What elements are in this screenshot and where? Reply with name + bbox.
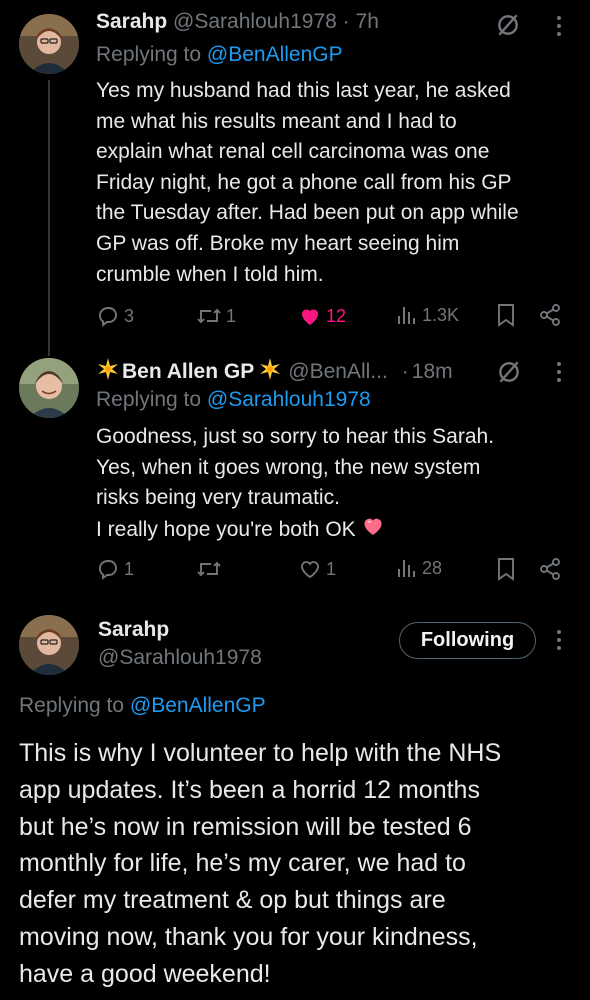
avatar-image	[19, 14, 79, 74]
bookmark-icon[interactable]	[496, 303, 516, 332]
views-button[interactable]: 28	[396, 557, 442, 579]
text-line: This is why I volunteer to help with the…	[19, 739, 502, 767]
reply2-header: Ben Allen GP @BenAll... · 18m	[96, 357, 453, 387]
avatar-ben-allen[interactable]	[19, 358, 79, 418]
timestamp[interactable]: 7h	[356, 10, 379, 33]
like-count: 12	[326, 305, 347, 326]
reply-count: 3	[124, 305, 135, 326]
repost-button[interactable]	[196, 557, 226, 581]
repost-icon	[197, 308, 221, 324]
heart-emoji	[360, 514, 386, 548]
text-line: crumble when I told him.	[96, 262, 324, 286]
text-line: risks being very traumatic.	[96, 486, 340, 510]
share-icon[interactable]	[538, 303, 562, 332]
separator: ·	[342, 10, 350, 33]
like-button[interactable]: 1	[298, 557, 336, 581]
like-button[interactable]: 12	[298, 304, 346, 328]
text-line: I really hope you're both OK	[96, 518, 356, 542]
following-button[interactable]: Following	[399, 622, 536, 659]
reply1-text: Yes my husband had this last year, he as…	[96, 76, 576, 290]
mention-link[interactable]: @BenAllenGP	[130, 694, 266, 717]
last-line-wrap: I really hope you're both OK	[96, 514, 576, 548]
mention-link[interactable]: @BenAllenGP	[207, 43, 343, 66]
reply-button[interactable]: 3	[96, 304, 134, 328]
avatar-image	[19, 358, 79, 418]
repost-count: 1	[226, 305, 237, 326]
reply-button[interactable]: 1	[96, 557, 134, 581]
text-line: Yes, when it goes wrong, the new system	[96, 455, 481, 479]
like-icon	[301, 561, 319, 579]
text-line: GP was off. Broke my heart seeing him	[96, 231, 460, 255]
separator: ·	[401, 360, 409, 383]
avatar-image	[19, 615, 79, 675]
handle[interactable]: @Sarahlouh1978	[98, 646, 262, 670]
views-button[interactable]: 1.3K	[396, 304, 459, 326]
replying-prefix: Replying to	[96, 43, 202, 66]
text-line: the Tuesday after. Had been put on app w…	[96, 201, 519, 225]
views-count: 1.3K	[422, 304, 460, 325]
more-icon[interactable]	[552, 14, 566, 43]
repost-button[interactable]: 1	[196, 304, 236, 328]
text-line: Yes my husband had this last year, he as…	[96, 79, 511, 102]
reply-icon	[99, 307, 117, 327]
views-icon	[398, 307, 415, 324]
share-icon[interactable]	[538, 557, 562, 586]
more-icon[interactable]	[552, 360, 566, 389]
mention-link[interactable]: @Sarahlouh1978	[207, 388, 371, 411]
text-line: defer my treatment & op but things are	[19, 886, 446, 915]
replying-prefix: Replying to	[96, 388, 202, 411]
display-name[interactable]: Sarahp	[96, 10, 167, 33]
bookmark-icon[interactable]	[496, 557, 516, 586]
thread-connector	[48, 80, 50, 356]
more-icon[interactable]	[552, 628, 566, 657]
grok-icon[interactable]	[495, 12, 521, 43]
text-line: me what his results meant and I had to	[96, 109, 457, 133]
text-line: monthly for life, he’s my carer, we had …	[19, 849, 466, 878]
avatar-sarahp[interactable]	[19, 14, 79, 74]
text-line: have a good weekend!	[19, 959, 271, 988]
replying-to: Replying to @BenAllenGP	[96, 43, 343, 67]
text-line: moving now, thank you for your kindness,	[19, 922, 478, 951]
views-icon	[398, 560, 415, 577]
avatar-sarahp[interactable]	[19, 615, 79, 675]
display-name[interactable]: Sarahp	[98, 618, 169, 642]
text-line: Friday night, he got a phone call from h…	[96, 170, 512, 194]
text-line: app updates. It’s been a horrid 12 month…	[19, 775, 480, 804]
views-count: 28	[422, 557, 443, 578]
timestamp[interactable]: 18m	[412, 360, 453, 384]
like-count: 1	[326, 558, 337, 579]
handle[interactable]: @BenAll...	[288, 360, 388, 384]
sparkle-emoji	[96, 357, 120, 387]
following-label: Following	[420, 629, 515, 651]
text-line: but he’s now in remission will be tested…	[19, 812, 472, 841]
replying-prefix: Replying to	[19, 694, 125, 717]
replying-to: Replying to @Sarahlouh1978	[96, 388, 371, 412]
grok-icon[interactable]	[496, 359, 522, 390]
text-line: explain what renal cell carcinoma was on…	[96, 140, 490, 164]
text-line: Goodness, just so sorry to hear this Sar…	[96, 425, 495, 448]
handle[interactable]: @Sarahlouh1978	[173, 10, 337, 33]
reply1-header: Sarahp @Sarahlouh1978 · 7h	[96, 10, 379, 34]
repost-icon	[197, 561, 221, 577]
reply-count: 1	[124, 558, 135, 579]
sparkle-emoji	[258, 357, 282, 387]
reply2-text: Goodness, just so sorry to hear this Sar…	[96, 422, 576, 547]
reply-icon	[99, 560, 117, 580]
replying-to: Replying to @BenAllenGP	[19, 694, 266, 718]
display-name[interactable]: Ben Allen GP	[122, 360, 254, 384]
like-icon	[302, 309, 318, 325]
focus-text: This is why I volunteer to help with the…	[19, 735, 584, 993]
